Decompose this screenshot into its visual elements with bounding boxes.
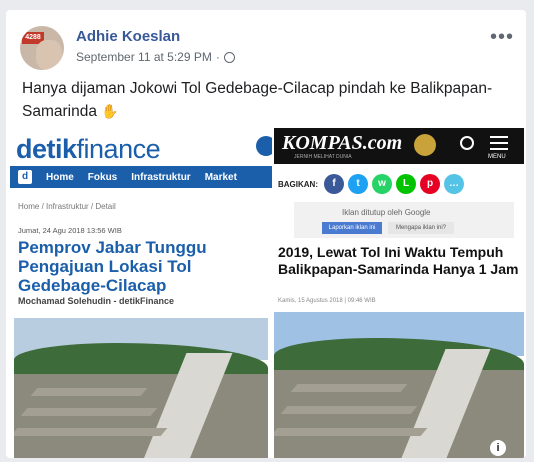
- photo-ground: [14, 374, 268, 458]
- search-icon: [460, 136, 474, 150]
- article-headline: Pemprov Jabar Tunggu Pengajuan Lokasi To…: [18, 238, 207, 295]
- globe-icon[interactable]: [223, 51, 235, 63]
- menu-label: MENU: [488, 154, 506, 160]
- why-ad-button: Mengapa iklan ini?: [388, 222, 454, 234]
- info-icon[interactable]: i: [490, 440, 506, 456]
- pinterest-icon: p: [420, 174, 440, 194]
- avatar-face: [36, 40, 62, 70]
- post-meta: September 11 at 5:29 PM ·: [76, 50, 235, 64]
- article-author: Mochamad Solehudin - detikFinance: [18, 296, 175, 306]
- kompas-logo: KOMPAS.com: [282, 132, 403, 154]
- waving-hand-icon: ✋: [101, 103, 119, 119]
- detikfinance-article-image[interactable]: detikfinance d Home Fokus Infrastruktur …: [10, 128, 272, 458]
- author-name[interactable]: Adhie Koeslan: [76, 28, 180, 45]
- report-ad-button: Laporkan iklan ini: [322, 222, 382, 234]
- article-date: Kamis, 15 Agustus 2018 | 09:46 WIB: [278, 298, 376, 304]
- comment-icon: …: [444, 174, 464, 194]
- line-icon: L: [396, 174, 416, 194]
- whatsapp-icon: w: [372, 174, 392, 194]
- avatar[interactable]: 4288: [20, 26, 64, 70]
- photo-terrace: [20, 408, 158, 416]
- hamburger-menu-icon: [256, 136, 272, 156]
- nav-item-market: Market: [204, 171, 237, 183]
- photo-terrace: [274, 428, 428, 436]
- share-label: BAGIKAN:: [278, 180, 318, 189]
- share-icons: f t w L p …: [324, 174, 464, 194]
- post-text-body: Hanya dijaman Jokowi Tol Gedebage-Cilaca…: [22, 80, 493, 120]
- article-date: Jumat, 24 Agu 2018 13:56 WIB: [18, 226, 122, 235]
- photo-terrace: [280, 406, 418, 414]
- kompas-tagline: JERNIH MELIHAT DUNIA: [294, 154, 352, 160]
- detikfinance-logo: detikfinance: [16, 134, 161, 165]
- more-options-button[interactable]: •••: [490, 26, 514, 49]
- logo-detik: detik: [16, 134, 77, 164]
- twitter-icon: t: [348, 174, 368, 194]
- photo-terrace: [14, 428, 168, 436]
- post-timestamp[interactable]: September 11 at 5:29 PM: [76, 50, 212, 64]
- post-text: Hanya dijaman Jokowi Tol Gedebage-Cilaca…: [22, 78, 512, 123]
- toll-road-photo: [274, 312, 524, 458]
- photo-terrace: [290, 384, 408, 392]
- meta-separator: ·: [215, 50, 220, 64]
- logo-finance: finance: [76, 134, 161, 164]
- photo-terrace: [30, 388, 148, 396]
- toll-road-photo: [14, 318, 268, 458]
- award-badge-icon: [414, 134, 436, 156]
- article-headline: 2019, Lewat Tol Ini Waktu Tempuh Balikpa…: [278, 244, 519, 277]
- nav-item-fokus: Fokus: [87, 171, 118, 183]
- detik-navbar: d Home Fokus Infrastruktur Market: [10, 166, 272, 188]
- detik-d-icon: d: [18, 170, 32, 184]
- nav-item-home: Home: [46, 171, 74, 183]
- kompas-header: KOMPAS.com JERNIH MELIHAT DUNIA MENU: [274, 128, 524, 164]
- facebook-post-card: 4288 Adhie Koeslan September 11 at 5:29 …: [6, 10, 526, 458]
- facebook-icon: f: [324, 174, 344, 194]
- nav-item-infrastruktur: Infrastruktur: [131, 171, 191, 183]
- breadcrumb: Home / Infrastruktur / Detail: [18, 202, 116, 211]
- ad-closed-text: Iklan ditutup oleh Google: [342, 208, 431, 217]
- hamburger-menu-icon: [490, 136, 508, 150]
- kompas-article-image[interactable]: KOMPAS.com JERNIH MELIHAT DUNIA MENU BAG…: [274, 128, 524, 458]
